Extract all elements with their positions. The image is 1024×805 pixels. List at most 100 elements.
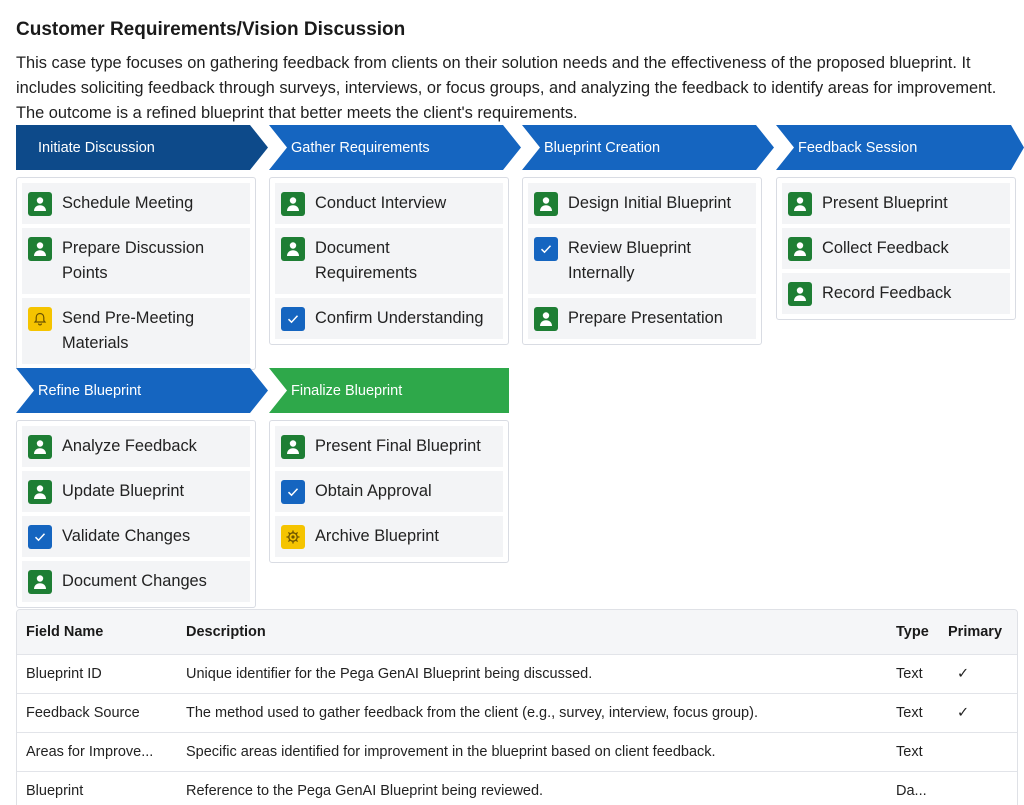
stage-header[interactable]: Blueprint Creation: [522, 125, 774, 170]
description-cell: Specific areas identified for improvemen…: [177, 731, 887, 771]
task-label: Prepare Presentation: [568, 309, 723, 327]
task-item[interactable]: Present Blueprint: [782, 183, 1010, 224]
task-item[interactable]: Design Initial Blueprint: [528, 183, 756, 224]
stage-label: Gather Requirements: [291, 139, 430, 156]
person-icon: [788, 282, 812, 306]
stage-refine-blueprint: Refine Blueprint Analyze Feedback Update…: [16, 368, 268, 608]
data-model-table: Field Name Description Type Primary Blue…: [16, 609, 1018, 805]
person-icon: [534, 307, 558, 331]
task-item[interactable]: Document Changes: [22, 561, 250, 602]
primary-cell: [939, 731, 1017, 771]
stage-header[interactable]: Refine Blueprint: [16, 368, 268, 413]
task-item[interactable]: Record Feedback: [782, 273, 1010, 314]
table-row[interactable]: Areas for Improve... Specific areas iden…: [17, 731, 1017, 771]
stage-label: Refine Blueprint: [38, 382, 142, 399]
task-item[interactable]: Schedule Meeting: [22, 183, 250, 224]
task-item[interactable]: Send Pre-Meeting Materials: [22, 298, 250, 364]
task-item[interactable]: Archive Blueprint: [275, 516, 503, 557]
type-cell: Text: [887, 731, 939, 771]
check-icon: [28, 525, 52, 549]
task-label: Present Final Blueprint: [315, 437, 481, 455]
task-label: Archive Blueprint: [315, 527, 439, 545]
task-item[interactable]: Validate Changes: [22, 516, 250, 557]
primary-cell: [939, 770, 1017, 805]
stage-blueprint-creation: Blueprint Creation Design Initial Bluepr…: [522, 125, 774, 345]
stage-header[interactable]: Feedback Session: [776, 125, 1024, 170]
person-icon: [281, 435, 305, 459]
field-name-cell: Areas for Improve...: [17, 731, 177, 771]
task-item[interactable]: Analyze Feedback: [22, 426, 250, 467]
stage-header[interactable]: Finalize Blueprint: [269, 368, 509, 413]
person-icon: [28, 570, 52, 594]
person-icon: [281, 237, 305, 261]
person-icon: [28, 237, 52, 261]
task-list: Analyze Feedback Update Blueprint Valida…: [16, 420, 256, 608]
stage-label: Feedback Session: [798, 139, 918, 156]
page-title: Customer Requirements/Vision Discussion: [16, 19, 406, 40]
task-label: Update Blueprint: [62, 482, 185, 500]
field-name-cell: Blueprint: [17, 770, 177, 805]
person-icon: [534, 192, 558, 216]
primary-check-icon: ✓: [939, 653, 1017, 693]
task-label: Document Changes: [62, 572, 207, 590]
field-name-cell: Feedback Source: [17, 692, 177, 732]
stage-header[interactable]: Gather Requirements: [269, 125, 521, 170]
type-cell: Text: [887, 653, 939, 693]
task-item[interactable]: Present Final Blueprint: [275, 426, 503, 467]
task-list: Present Final Blueprint Obtain Approval …: [269, 420, 509, 563]
task-label: Review Blueprint Internally: [568, 239, 691, 282]
column-header-type[interactable]: Type: [887, 610, 939, 654]
column-header-field-name[interactable]: Field Name: [17, 610, 177, 654]
primary-check-icon: ✓: [939, 692, 1017, 732]
task-item[interactable]: Update Blueprint: [22, 471, 250, 512]
person-icon: [788, 237, 812, 261]
person-icon: [28, 435, 52, 459]
task-label: Record Feedback: [822, 284, 952, 302]
field-name-cell: Blueprint ID: [17, 653, 177, 693]
check-icon: [281, 480, 305, 504]
type-cell: Da...: [887, 770, 939, 805]
gear-icon: [281, 525, 305, 549]
stage-header[interactable]: Initiate Discussion: [16, 125, 268, 170]
description-cell: The method used to gather feedback from …: [177, 692, 887, 732]
task-label: Send Pre-Meeting Materials: [62, 309, 195, 352]
task-list: Conduct Interview Document Requirements …: [269, 177, 509, 345]
task-list: Present Blueprint Collect Feedback Recor…: [776, 177, 1016, 320]
table-row[interactable]: Blueprint Reference to the Pega GenAI Bl…: [17, 770, 1017, 805]
task-label: Confirm Understanding: [315, 309, 484, 327]
task-item[interactable]: Obtain Approval: [275, 471, 503, 512]
task-label: Design Initial Blueprint: [568, 194, 732, 212]
person-icon: [788, 192, 812, 216]
stage-gather-requirements: Gather Requirements Conduct Interview Do…: [269, 125, 521, 345]
task-item[interactable]: Conduct Interview: [275, 183, 503, 224]
task-item[interactable]: Collect Feedback: [782, 228, 1010, 269]
task-label: Conduct Interview: [315, 194, 447, 212]
task-item[interactable]: Prepare Presentation: [528, 298, 756, 339]
description-cell: Reference to the Pega GenAI Blueprint be…: [177, 770, 887, 805]
stage-initiate-discussion: Initiate Discussion Schedule Meeting Pre…: [16, 125, 268, 370]
task-item[interactable]: Prepare Discussion Points: [22, 228, 250, 294]
person-icon: [28, 480, 52, 504]
column-header-primary[interactable]: Primary: [939, 610, 1017, 654]
task-label: Validate Changes: [62, 527, 191, 545]
stage-finalize-blueprint: Finalize Blueprint Present Final Bluepri…: [269, 368, 509, 563]
table-header-row: Field Name Description Type Primary: [17, 610, 1017, 654]
person-icon: [28, 192, 52, 216]
case-type-description: This case type focuses on gathering feed…: [16, 54, 997, 122]
task-item[interactable]: Review Blueprint Internally: [528, 228, 756, 294]
task-label: Present Blueprint: [822, 194, 948, 212]
bell-icon: [28, 307, 52, 331]
description-cell: Unique identifier for the Pega GenAI Blu…: [177, 653, 887, 693]
table-row[interactable]: Blueprint ID Unique identifier for the P…: [17, 653, 1017, 693]
task-item[interactable]: Confirm Understanding: [275, 298, 503, 339]
task-label: Prepare Discussion Points: [62, 239, 205, 282]
task-label: Document Requirements: [315, 239, 418, 282]
task-label: Analyze Feedback: [62, 437, 197, 455]
check-icon: [534, 237, 558, 261]
table-row[interactable]: Feedback Source The method used to gathe…: [17, 692, 1017, 732]
stage-feedback-session: Feedback Session Present Blueprint Colle…: [776, 125, 1024, 320]
check-icon: [281, 307, 305, 331]
task-label: Obtain Approval: [315, 482, 432, 500]
column-header-description[interactable]: Description: [177, 610, 887, 654]
task-item[interactable]: Document Requirements: [275, 228, 503, 294]
